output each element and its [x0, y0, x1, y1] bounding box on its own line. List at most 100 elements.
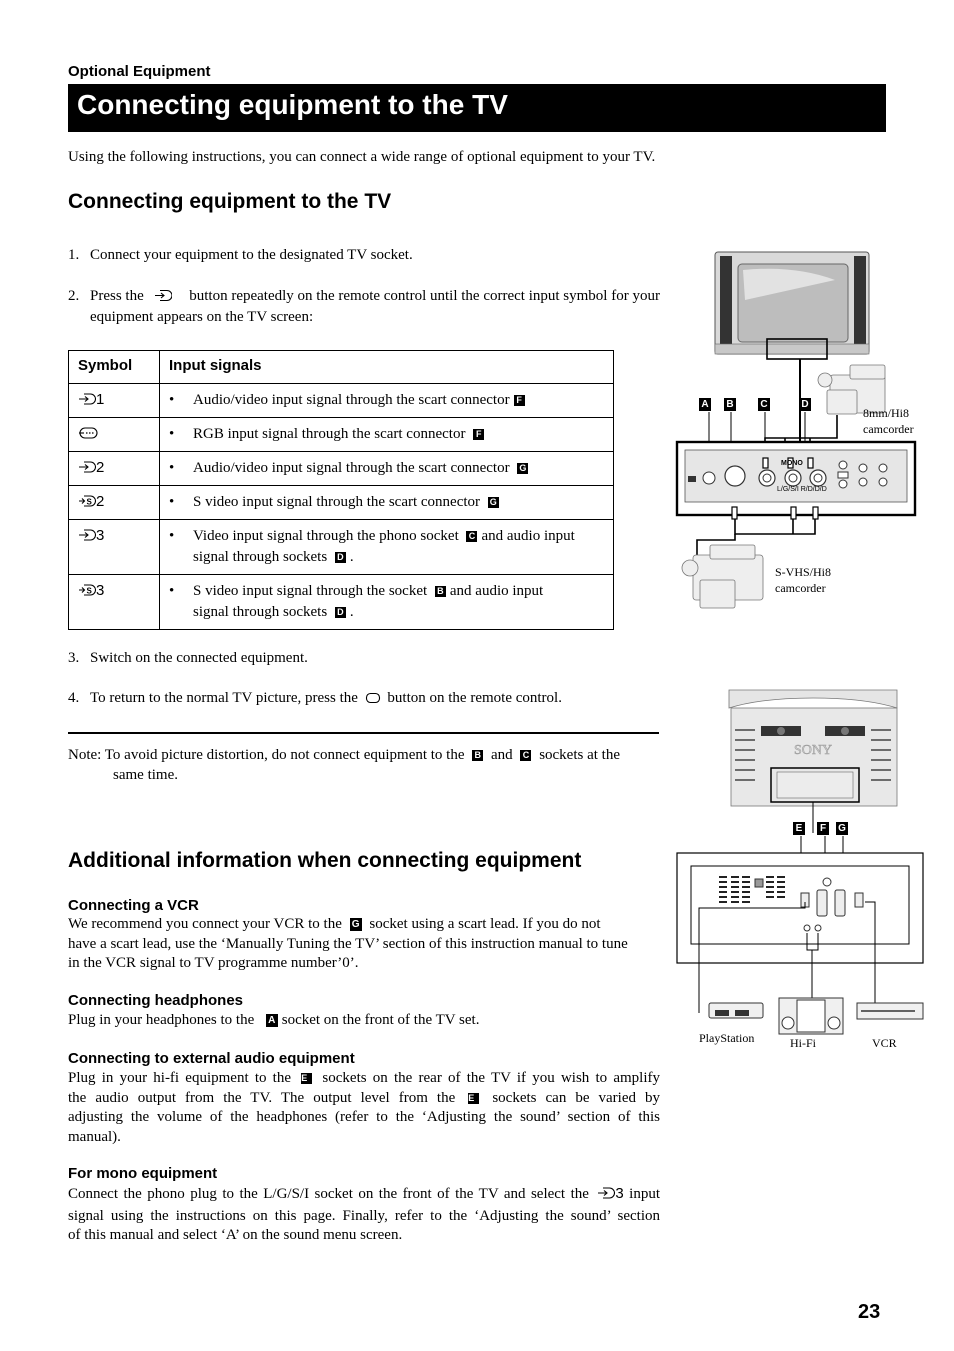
- bullet: •: [169, 494, 175, 510]
- bullet: •: [169, 426, 175, 442]
- paragraph-text: sockets on the rear of the TV if you wis…: [322, 1070, 661, 1086]
- symbol-number: 2: [96, 493, 105, 510]
- description-text: Video input signal through the phono soc…: [193, 528, 459, 544]
- vcr-paragraph: We recommend you connect your VCR to the…: [68, 915, 660, 974]
- label-line: camcorder: [775, 581, 826, 595]
- description-text: .: [349, 549, 354, 565]
- socket-tag-g: G: [517, 463, 529, 474]
- description-text: Audio/video input signal through the sca…: [193, 392, 510, 408]
- step-3: 3. Switch on the connected equipment.: [68, 649, 668, 669]
- description-text: signal through sockets: [193, 604, 328, 620]
- paragraph-text: signal using the instructions on this pa…: [68, 1207, 660, 1224]
- page-title: Connecting equipment to the TV: [77, 89, 508, 120]
- paragraph-text: socket on the front of the TV set.: [281, 1012, 480, 1028]
- paragraph-text: of this manual and select ‘A’ on the sou…: [68, 1227, 403, 1243]
- paragraph-text: in the VCR signal to TV programme number…: [68, 955, 359, 971]
- socket-tag-d: D: [334, 552, 346, 563]
- socket-tag-b: B: [434, 586, 446, 597]
- svg-text:S: S: [87, 587, 93, 596]
- paragraph-text: Plug in your hi-fi equipment to the: [68, 1070, 292, 1086]
- audio-paragraph: Plug in your hi-fi equipment to the E so…: [68, 1069, 660, 1147]
- av-input-icon: [78, 460, 96, 478]
- signal-description: • Audio/video input signal through the sc…: [159, 451, 614, 486]
- av-input-icon: [78, 528, 96, 546]
- socket-tag-f: F: [817, 822, 829, 835]
- socket-tag-f: F: [513, 395, 525, 406]
- note-text: Note: To avoid picture distortion, do no…: [68, 747, 465, 763]
- playstation-label: PlayStation: [699, 1031, 755, 1045]
- subheading-vcr: Connecting a VCR: [68, 897, 199, 914]
- rgb-input-icon: [78, 426, 98, 444]
- step-text-before: Press the: [90, 288, 144, 304]
- bullet: •: [169, 392, 175, 408]
- table-row: 1 • Audio/video input signal through the …: [68, 383, 614, 418]
- av-input-icon: [597, 1186, 616, 1207]
- symbol-number: 2: [96, 459, 105, 476]
- paragraph-text: manual).: [68, 1128, 121, 1145]
- step-text: Connect your equipment to the designated…: [90, 247, 413, 263]
- symbol-number: 3: [96, 527, 105, 544]
- paragraph-text: input: [629, 1186, 661, 1202]
- step-text: Press the button repeatedly on the remot…: [90, 287, 660, 327]
- column-header-symbol: Symbol: [68, 350, 160, 384]
- section-heading-connecting: Connecting equipment to the TV: [68, 190, 392, 213]
- headphones-paragraph: Plug in your headphones to the Asocket o…: [68, 1011, 660, 1031]
- socket-tag-c: C: [466, 531, 478, 542]
- socket-tag-e: E: [793, 822, 805, 835]
- table-row: • RGB input signal through the scart conn…: [68, 417, 614, 452]
- subheading-headphones: Connecting headphones: [68, 992, 244, 1009]
- symbol-cell: [68, 417, 160, 452]
- input-signals-table: Symbol Input signals 1 • Audio/video inpu…: [68, 350, 614, 630]
- sony-brand: SONY: [794, 743, 832, 758]
- description-text: S video input signal through the socket: [193, 583, 428, 599]
- subheading-mono: For mono equipment: [68, 1165, 218, 1182]
- socket-tag-g: G: [349, 918, 362, 931]
- description-text: signal through sockets: [193, 549, 328, 565]
- socket-tag-d: D: [334, 607, 346, 618]
- socket-tag-g: G: [487, 497, 499, 508]
- column-header-input-signals: Input signals: [159, 350, 614, 384]
- step-number: 2.: [68, 288, 80, 304]
- step-text: To return to the normal TV picture, pres…: [90, 689, 660, 710]
- input-select-icon: [154, 289, 172, 308]
- step-number: 4.: [68, 690, 80, 706]
- socket-tag-e: E: [301, 1073, 313, 1084]
- table-header-row: Symbol Input signals: [68, 350, 614, 384]
- description-text: RGB input signal through the scart conne…: [193, 426, 466, 442]
- vcr-label: VCR: [872, 1036, 897, 1050]
- paragraph-text: We recommend you connect your VCR to the: [68, 916, 342, 932]
- table-row: 2 • Audio/video input signal through the …: [68, 451, 614, 486]
- signal-description: • S video input signal through the socket…: [159, 574, 614, 630]
- section-heading-additional: Additional information when connecting e…: [68, 849, 582, 872]
- symbol-cell: 2: [68, 451, 160, 486]
- step-text-after: button repeatedly on the remote control …: [90, 288, 660, 325]
- bullet: •: [169, 528, 175, 544]
- socket-tag-b: B: [724, 398, 736, 411]
- socket-tag-g: G: [836, 822, 848, 835]
- description-text: and audio input: [481, 528, 575, 544]
- section-label: Optional Equipment: [68, 63, 211, 80]
- paragraph-text: socket using a scart lead. If you do not: [369, 916, 601, 932]
- step-number: 3.: [68, 650, 80, 666]
- step-number: 1.: [68, 247, 80, 263]
- step-text: Switch on the connected equipment.: [90, 650, 308, 666]
- label-line: 8mm/Hi8: [863, 406, 910, 420]
- step-2: 2. Press the button repeatedly on the re…: [68, 287, 668, 327]
- audio-socket-label: L/G/S/I R/D/D/D: [777, 486, 827, 493]
- socket-tag-c: C: [520, 750, 532, 761]
- description-text: Audio/video input signal through the sca…: [193, 460, 510, 476]
- table-row: 3 • Video input signal through the phono …: [68, 519, 614, 575]
- step-text-after: button on the remote control.: [387, 690, 562, 706]
- svg-text:S: S: [87, 498, 93, 507]
- mono-label: MONO: [781, 460, 803, 467]
- note-text: same time.: [113, 766, 178, 783]
- step-1: 1. Connect your equipment to the designa…: [68, 246, 668, 266]
- paragraph-text: sockets can be varied by: [492, 1089, 661, 1106]
- table-row: S3 • S video input signal through the soc…: [68, 574, 614, 630]
- step-4: 4. To return to the normal TV picture, p…: [68, 689, 668, 709]
- symbol-cell: 1: [68, 383, 160, 418]
- title-bar: Connecting equipment to the TV: [68, 84, 886, 132]
- front-connection-diagram: A B C D MONO L/G/S/I R/D/D/D 8mm/Hi8 cam…: [675, 250, 925, 620]
- symbol-number: 3: [96, 582, 105, 599]
- paragraph-text: adjusting the volume of the headphones (…: [68, 1109, 660, 1125]
